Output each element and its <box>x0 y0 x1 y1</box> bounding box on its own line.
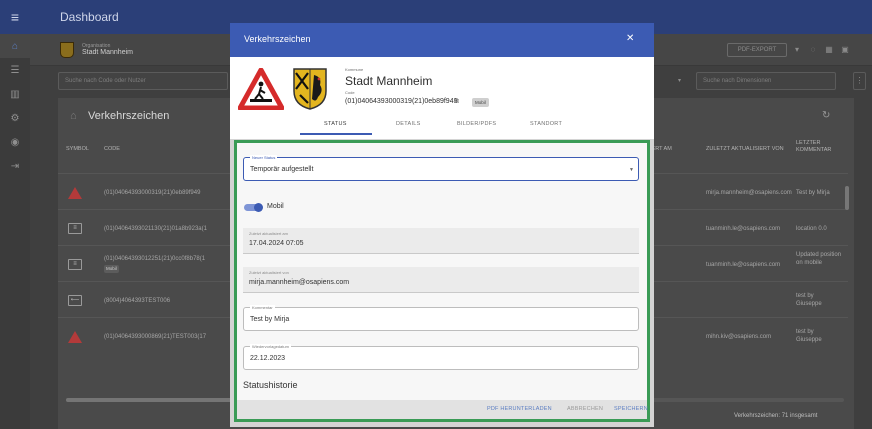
row-code: (01)04064393012251(21)0cc0f8b78(1 <box>104 256 206 262</box>
refresh-icon[interactable]: ↻ <box>822 110 830 121</box>
updated-by-label: Zuletzt aktualisiert von <box>249 270 289 275</box>
column-header-code[interactable]: CODE <box>104 146 120 153</box>
row-comment: Updated position on mobile <box>796 252 842 267</box>
row-comment: test by Giuseppe <box>796 329 822 344</box>
eye-off-icon[interactable]: ◌ <box>806 43 820 57</box>
vertical-scrollbar[interactable] <box>845 186 849 210</box>
status-form: Neuer Status Temporär aufgestellt ▼ Mobi… <box>234 140 650 422</box>
tab-location[interactable]: STANDORT <box>530 121 562 127</box>
resubmission-date-value: 22.12.2023 <box>250 355 286 362</box>
sign-code: (01)04064393000319(21)0eb89f949 <box>345 98 458 105</box>
table-view-icon[interactable]: ▦ <box>822 43 836 57</box>
column-header-last-comment[interactable]: LETZTER KOMMENTAR <box>796 140 840 154</box>
status-history-title: Statushistorie <box>243 380 298 390</box>
row-updated-by: tuanminh.le@osapiens.com <box>706 226 781 232</box>
code-label: Code <box>345 90 355 95</box>
new-status-value: Temporär aufgestellt <box>250 166 314 173</box>
home-icon: ⌂ <box>70 110 77 122</box>
users-icon[interactable]: ☰ <box>0 58 30 82</box>
account-icon[interactable]: ◉ <box>0 130 30 154</box>
warning-sign-icon <box>68 187 82 199</box>
tab-details[interactable]: DETAILS <box>396 121 421 127</box>
chevron-down-icon[interactable]: ▾ <box>790 43 804 57</box>
row-updated-by: mihn.kiv@osapiens.com <box>706 334 772 340</box>
settings-icon[interactable]: ⚙ <box>0 106 30 130</box>
organisation-crest-icon <box>60 41 74 58</box>
mobil-chip: Mobil <box>472 98 489 107</box>
dialog-header: Verkehrszeichen ✕ <box>230 23 654 57</box>
sign-board-icon: ≡ <box>68 259 82 270</box>
updated-at-field: Zuletzt aktualisiert am 17.04.2024 07:05 <box>243 228 639 254</box>
more-options-icon[interactable]: ⋮ <box>853 72 866 90</box>
comment-value: Test by Mirja <box>250 316 290 323</box>
kommune-label: Kommune <box>345 67 364 72</box>
copy-icon[interactable]: ⧉ <box>454 98 459 106</box>
updated-at-label: Zuletzt aktualisiert am <box>249 231 288 236</box>
comment-field[interactable]: Kommentar Test by Mirja <box>243 305 639 331</box>
traffic-sign-dialog: Verkehrszeichen ✕ Kommune Stadt Mannheim… <box>230 23 654 427</box>
export-icon[interactable]: ⇥ <box>0 154 30 178</box>
row-updated-by: tuanminh.le@osapiens.com <box>706 262 781 268</box>
mobil-chip: Mobil <box>104 265 119 274</box>
dialog-tabs: STATUS DETAILS BILDER/PDFS STANDORT <box>300 121 600 135</box>
save-button[interactable]: SPEICHERN <box>614 406 648 412</box>
warning-sign-icon <box>68 331 82 343</box>
cancel-button[interactable]: ABBRECHEN <box>567 406 603 412</box>
updated-by-field: Zuletzt aktualisiert von mirja.mannheim@… <box>243 267 639 293</box>
pedestrian-crossing-sign-icon <box>238 68 284 110</box>
sign-board-icon: ≡ <box>68 223 82 234</box>
resubmission-date-field[interactable]: Wiedervorlagedatum 22.12.2023 <box>243 344 639 370</box>
new-status-label: Neuer Status <box>250 155 278 160</box>
tab-status[interactable]: STATUS <box>324 121 347 127</box>
mobil-toggle-label: Mobil <box>267 203 284 210</box>
mannheim-crest-icon <box>293 68 327 110</box>
dropdown-arrow-icon[interactable]: ▼ <box>629 167 634 173</box>
column-header-symbol[interactable]: SYMBOL <box>66 146 89 153</box>
row-updated-by: mirja.mannheim@osapiens.com <box>706 190 792 196</box>
row-code: (01)04064393000869(21)TEST003(17 <box>104 334 207 340</box>
comment-label: Kommentar <box>250 305 275 310</box>
row-comment: Test by Mirja <box>796 190 830 196</box>
row-code: (01)04064393000319(21)0eb89f949 <box>104 190 201 196</box>
download-pdf-button[interactable]: PDF HERUNTERLADEN <box>487 406 552 412</box>
new-status-select[interactable]: Neuer Status Temporär aufgestellt ▼ <box>243 155 639 181</box>
row-code: (8004)4064393TEST006 <box>104 298 171 304</box>
row-comment: test by Giuseppe <box>796 293 822 308</box>
dialog-title: Verkehrszeichen <box>244 34 311 44</box>
panel-title: Verkehrszeichen <box>88 110 170 122</box>
column-header-updated-by[interactable]: ZULETZT AKTUALISIERT VON <box>706 146 784 153</box>
total-count: Verkehrszeichen: 71 insgesamt <box>734 413 818 419</box>
tab-images-pdfs[interactable]: BILDER/PDFS <box>457 121 496 127</box>
arrow-left-icon: ⟵ <box>68 295 82 306</box>
toggle-knob <box>254 203 263 212</box>
page-title: Dashboard <box>60 10 119 24</box>
dropdown-arrow-icon[interactable]: ▾ <box>678 72 692 90</box>
active-tab-indicator <box>300 133 372 135</box>
nav-rail: ⌂ ☰ ▥ ⚙ ◉ ⇥ <box>0 34 30 429</box>
pdf-export-button[interactable]: PDF-EXPORT <box>727 43 787 57</box>
dimension-search-input[interactable]: Suche nach Dimensionen <box>696 72 836 90</box>
menu-icon[interactable]: ≡ <box>0 9 30 25</box>
resubmission-date-label: Wiedervorlagedatum <box>250 344 291 349</box>
updated-by-value: mirja.mannheim@osapiens.com <box>249 279 350 286</box>
grid-view-icon[interactable]: ▣ <box>838 43 852 57</box>
dialog-actions: PDF HERUNTERLADEN ABBRECHEN SPEICHERN <box>237 400 648 419</box>
kommune-name: Stadt Mannheim <box>345 74 433 88</box>
home-icon[interactable]: ⌂ <box>0 34 30 58</box>
code-search-input[interactable]: Suche nach Code oder Nutzer <box>58 72 228 90</box>
mobil-toggle[interactable] <box>244 203 263 212</box>
row-code: (01)04064393021130(21)01a8b923a(1 <box>104 226 207 232</box>
row-comment: location 0.0 <box>796 226 827 232</box>
organisation-name[interactable]: Stadt Mannheim <box>82 49 133 56</box>
chart-icon[interactable]: ▥ <box>0 82 30 106</box>
updated-at-value: 17.04.2024 07:05 <box>249 240 304 247</box>
close-icon[interactable]: ✕ <box>626 33 634 44</box>
